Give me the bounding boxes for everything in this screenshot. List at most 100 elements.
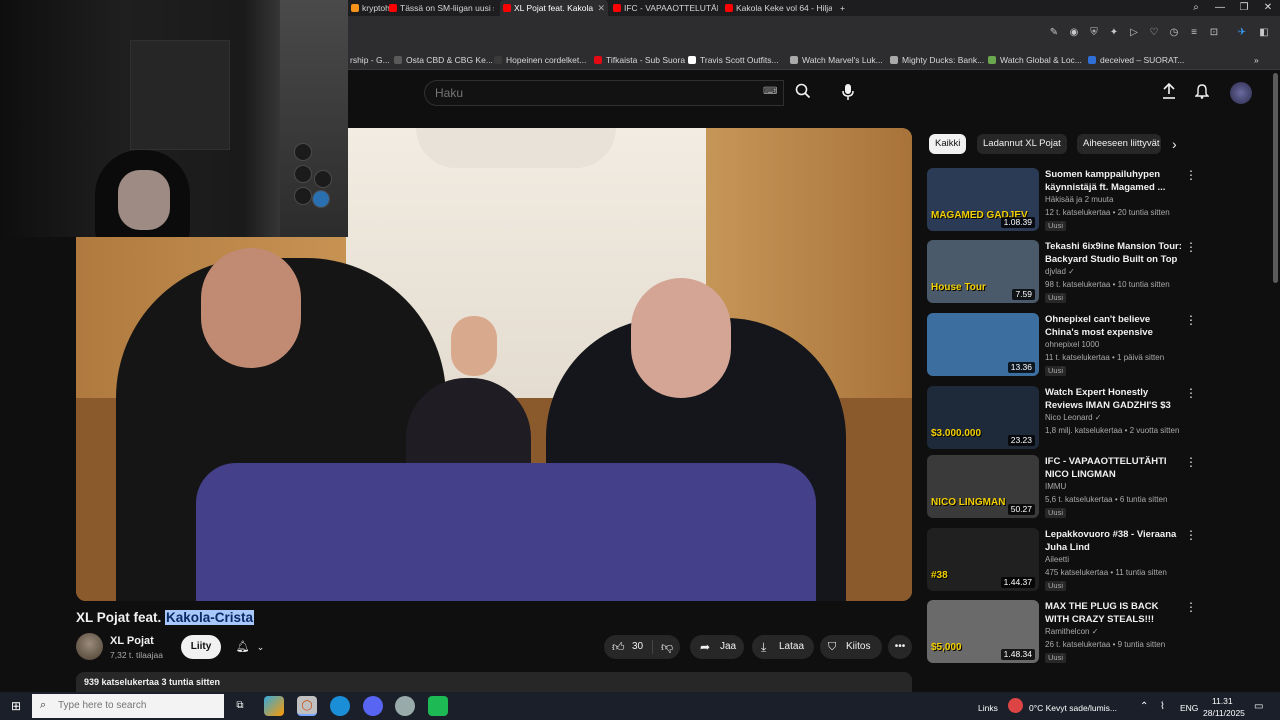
search-input[interactable] <box>435 81 755 105</box>
recommendation-item[interactable]: MAGAMED GADJEV 1.08.39 Suomen kamppailuh… <box>927 168 1203 234</box>
task-view-icon[interactable]: ⧉ <box>230 696 250 716</box>
browser-tab[interactable]: Tässä on SM-liigan uusi s <box>386 0 494 16</box>
thanks-button[interactable]: ⛉ Kiitos <box>820 635 882 659</box>
account-avatar[interactable] <box>1230 82 1252 104</box>
thumbs-down-icon[interactable]: 👎︎ <box>661 635 673 659</box>
recommendation-title[interactable]: Suomen kamppailuhypen käynnistäjä ft. Ma… <box>1045 168 1183 194</box>
video-thumbnail[interactable]: House Tour 7.59 <box>927 240 1039 303</box>
recommendation-title[interactable]: Ohnepixel can't believe China's most exp… <box>1045 313 1183 339</box>
bookmarks-overflow-icon[interactable]: » <box>1254 50 1259 70</box>
copilot-icon[interactable] <box>264 696 284 716</box>
edit-icon[interactable]: ✎ <box>1048 27 1060 39</box>
menu-icon[interactable]: ≡ <box>1188 27 1200 39</box>
notification-center-icon[interactable]: ▭ <box>1254 701 1263 712</box>
maximize-button[interactable]: ❐ <box>1232 0 1256 16</box>
close-window-button[interactable]: ✕ <box>1256 0 1280 16</box>
channel-avatar[interactable] <box>76 633 103 660</box>
sidebar-toggle-icon[interactable]: ◧ <box>1258 27 1270 39</box>
bookmark-item[interactable]: deceived – SUORAT... <box>1088 50 1184 70</box>
recommendation-item[interactable]: NICO LINGMAN 50.27 IFC - VAPAAOTTELUTÄHT… <box>927 455 1203 521</box>
weather-text[interactable]: 0°C Kevyt sade/lumis... <box>1029 703 1117 713</box>
like-count[interactable]: 30 <box>632 635 643 659</box>
camera-icon[interactable]: ◉ <box>1068 27 1080 39</box>
bookmark-item[interactable]: Travis Scott Outfits... <box>688 50 779 70</box>
more-vertical-icon[interactable]: ⋮ <box>1185 386 1197 400</box>
opera-icon[interactable]: ◯ <box>297 696 317 716</box>
more-vertical-icon[interactable]: ⋮ <box>1185 168 1197 182</box>
edge-icon[interactable] <box>330 696 350 716</box>
page-scrollbar[interactable] <box>1273 73 1278 283</box>
app-icon[interactable] <box>428 696 448 716</box>
download-button[interactable]: ⤓ Lataa <box>752 635 814 659</box>
browser-tab-active[interactable]: XL Pojat feat. Kakola ✕ <box>500 0 608 16</box>
vpn-icon[interactable]: ✈ <box>1236 27 1248 39</box>
microphone-icon[interactable] <box>838 83 858 103</box>
taskbar-search[interactable]: ⌕ <box>32 694 224 718</box>
discord-icon[interactable] <box>363 696 383 716</box>
app-icon[interactable] <box>395 696 415 716</box>
recommendation-channel[interactable]: Ramithelcon ✓ <box>1045 627 1098 636</box>
recommendation-channel[interactable]: IMMU <box>1045 482 1066 491</box>
recommendation-item[interactable]: House Tour 7.59 Tekashi 6ix9ine Mansion … <box>927 240 1203 306</box>
search-tabs-icon[interactable]: ⌕ <box>1184 0 1208 16</box>
chip-all[interactable]: Kaikki <box>929 134 967 154</box>
recommendation-item[interactable]: 13.36 Ohnepixel can't believe China's mo… <box>927 313 1203 379</box>
recommendation-title[interactable]: Tekashi 6ix9ine Mansion Tour: Backyard S… <box>1045 240 1183 266</box>
recommendation-title[interactable]: IFC - VAPAAOTTELUTÄHTI NICO LINGMAN <box>1045 455 1183 481</box>
close-tab-icon[interactable]: ✕ <box>597 0 605 16</box>
thumbs-up-icon[interactable]: 👍︎ <box>612 635 625 659</box>
chevron-up-icon[interactable]: ⌃ <box>1140 701 1148 712</box>
upload-icon[interactable] <box>1159 82 1179 103</box>
keyboard-icon[interactable]: ⌨ <box>763 86 777 97</box>
bookmark-item[interactable]: Watch Global & Loc... <box>988 50 1082 70</box>
bookmark-item[interactable]: Hopeinen cordelket... <box>494 50 586 70</box>
share-button[interactable]: ➦ Jaa <box>690 635 744 659</box>
more-vertical-icon[interactable]: ⋮ <box>1185 313 1197 327</box>
chip-related[interactable]: Aiheeseen liittyvät <box>1077 134 1161 154</box>
play-icon[interactable]: ▷ <box>1128 27 1140 39</box>
recommendation-title[interactable]: Watch Expert Honestly Reviews IMAN GADZH… <box>1045 386 1183 412</box>
bookmark-item[interactable]: Watch Marvel's Luk... <box>790 50 883 70</box>
extension-icon[interactable]: ✦ <box>1108 27 1120 39</box>
recommendation-channel[interactable]: djvlad ✓ <box>1045 267 1075 276</box>
recommendation-item[interactable]: #38 1.44.37 Lepakkovuoro #38 - Vieraana … <box>927 528 1203 594</box>
more-vertical-icon[interactable]: ⋮ <box>1185 600 1197 614</box>
recommendation-channel[interactable]: Aileetti <box>1045 555 1069 564</box>
search-box[interactable]: ⌨ <box>424 80 784 106</box>
bookmark-item[interactable]: Tifkaista - Sub Suora <box>594 50 685 70</box>
video-thumbnail[interactable]: MAGAMED GADJEV 1.08.39 <box>927 168 1039 231</box>
windows-start-icon[interactable]: ⊞ <box>0 692 32 720</box>
recommendation-channel[interactable]: ohnepixel 1000 <box>1045 340 1099 349</box>
recommendation-title[interactable]: Lepakkovuoro #38 - Vieraana Juha Lind <box>1045 528 1183 554</box>
network-icon[interactable]: ⌇ <box>1160 701 1165 712</box>
chip-uploaded-by[interactable]: Ladannut XL Pojat <box>977 134 1067 154</box>
video-thumbnail[interactable]: #38 1.44.37 <box>927 528 1039 591</box>
history-icon[interactable]: ◷ <box>1168 27 1180 39</box>
clock-time[interactable]: 11.31 <box>1212 696 1233 706</box>
video-thumbnail[interactable]: $5,000 1.48.34 <box>927 600 1039 663</box>
taskbar-search-input[interactable] <box>58 694 218 718</box>
more-vertical-icon[interactable]: ⋮ <box>1185 455 1197 469</box>
clock-date[interactable]: 28/11/2025 <box>1203 708 1245 718</box>
notifications-bell-icon[interactable] <box>1192 83 1212 103</box>
channel-name[interactable]: XL Pojat <box>110 635 154 647</box>
recommendation-item[interactable]: $3.000.000 23.23 Watch Expert Honestly R… <box>927 386 1203 452</box>
search-icon[interactable] <box>793 83 813 103</box>
heart-icon[interactable]: ♡ <box>1148 27 1160 39</box>
weather-icon[interactable] <box>1008 698 1023 713</box>
recommendation-channel[interactable]: Nico Leonard ✓ <box>1045 413 1102 422</box>
shield-icon[interactable]: ⛨ <box>1088 27 1100 39</box>
browser-tab[interactable]: Kakola Keke vol 64 - Hiljai <box>722 0 832 16</box>
chevron-right-icon[interactable]: › <box>1172 136 1177 152</box>
recommendation-item[interactable]: $5,000 1.48.34 MAX THE PLUG IS BACK WITH… <box>927 600 1203 666</box>
links-toolbar[interactable]: Links <box>978 703 998 713</box>
new-tab-button[interactable]: + <box>836 0 854 16</box>
join-button[interactable]: Liity <box>181 635 221 659</box>
minimize-button[interactable]: — <box>1208 0 1232 16</box>
wallet-icon[interactable]: ⊡ <box>1208 27 1220 39</box>
browser-tab[interactable]: IFC - VAPAAOTTELUTÄHTI <box>610 0 718 16</box>
video-thumbnail[interactable]: NICO LINGMAN 50.27 <box>927 455 1039 518</box>
video-thumbnail[interactable]: $3.000.000 23.23 <box>927 386 1039 449</box>
bookmark-item[interactable]: Osta CBD & CBG Ke... <box>394 50 493 70</box>
more-actions-button[interactable]: ••• <box>888 635 912 659</box>
